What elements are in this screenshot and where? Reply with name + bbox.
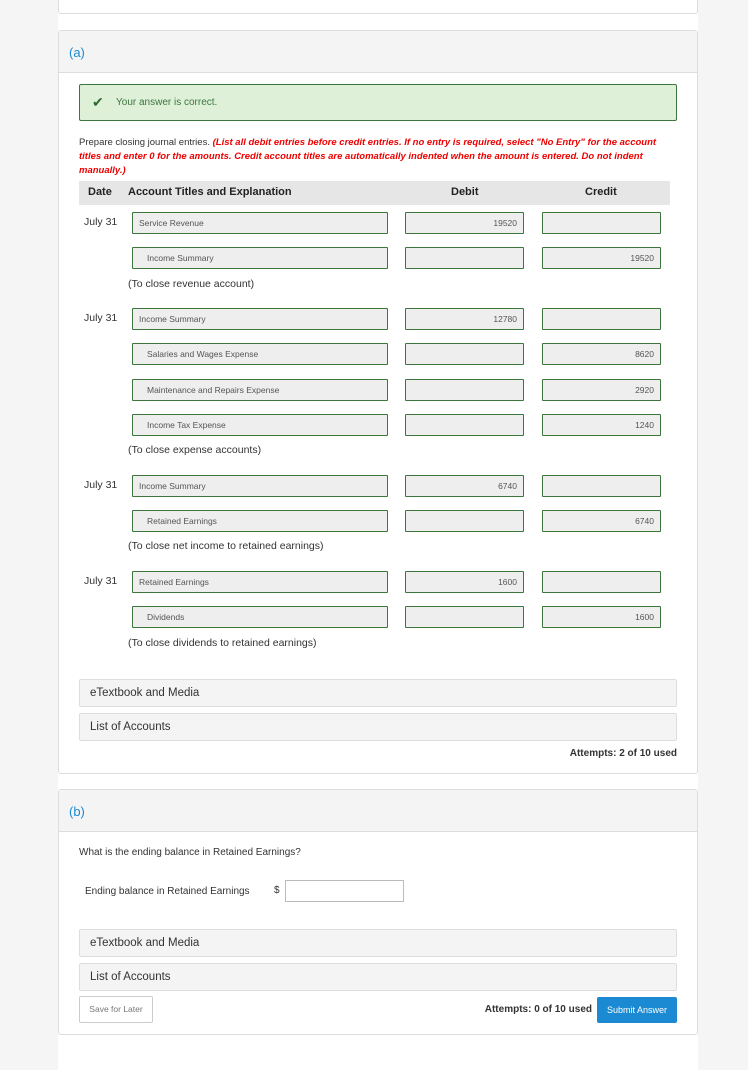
credit-field[interactable]: 6740 xyxy=(542,510,661,533)
entry-explanation: (To close revenue account) xyxy=(128,277,255,290)
credit-field[interactable]: 2920 xyxy=(542,378,661,401)
etextbook-media-toggle[interactable]: eTextbook and Media xyxy=(79,929,677,957)
credit-field[interactable]: 1600 xyxy=(542,606,661,629)
account-title-field[interactable]: Retained Earnings xyxy=(132,510,388,533)
currency-symbol: $ xyxy=(274,885,280,896)
journal-line: Income Tax Expense 1240 xyxy=(79,414,679,436)
entry-explanation: (To close expense accounts) xyxy=(128,444,262,457)
journal-table-header: Date Account Titles and Explanation Debi… xyxy=(79,181,670,205)
account-title-field[interactable]: Retained Earnings xyxy=(132,570,388,593)
credit-field[interactable]: 1240 xyxy=(542,414,661,436)
journal-line: July 31 Service Revenue 19520 xyxy=(79,212,679,234)
part-b-label: (b) xyxy=(69,804,85,819)
entry-date: July 31 xyxy=(84,312,118,325)
entry-date: July 31 xyxy=(84,478,118,491)
journal-line: July 31 Retained Earnings 1600 xyxy=(79,570,679,593)
part-a-header: (a) xyxy=(59,31,697,73)
part-b-header: (b) xyxy=(59,790,697,832)
attempts-counter: Attempts: 2 of 10 used xyxy=(569,748,677,759)
previous-content-card xyxy=(58,0,698,14)
question-text: What is the ending balance in Retained E… xyxy=(79,847,301,858)
list-of-accounts-toggle[interactable]: List of Accounts xyxy=(79,963,677,991)
entry-explanation: (To close dividends to retained earnings… xyxy=(128,636,317,649)
entry-explanation: (To close net income to retained earning… xyxy=(128,540,324,553)
account-title-field[interactable]: Income Summary xyxy=(132,474,388,497)
debit-field[interactable] xyxy=(405,414,524,436)
debit-field[interactable] xyxy=(405,510,524,533)
header-date: Date xyxy=(88,186,112,198)
part-a-panel: (a) ✔ Your answer is correct. Prepare cl… xyxy=(58,30,698,774)
header-debit: Debit xyxy=(451,186,479,198)
journal-line: Dividends 1600 xyxy=(79,606,679,629)
instructions: Prepare closing journal entries. (List a… xyxy=(79,136,679,178)
debit-field[interactable]: 1600 xyxy=(405,570,524,593)
account-title-field[interactable]: Income Summary xyxy=(132,308,388,331)
instructions-lead: Prepare closing journal entries. xyxy=(79,137,210,148)
correct-message: Your answer is correct. xyxy=(116,97,218,108)
debit-field[interactable] xyxy=(405,343,524,366)
credit-field[interactable] xyxy=(542,308,661,331)
credit-field[interactable]: 19520 xyxy=(542,247,661,270)
journal-line: Income Summary 19520 xyxy=(79,247,679,270)
journal-line: July 31 Income Summary 12780 xyxy=(79,308,679,331)
account-title-field[interactable]: Income Tax Expense xyxy=(132,414,388,436)
entry-date: July 31 xyxy=(84,574,118,587)
account-title-field[interactable]: Service Revenue xyxy=(132,212,388,234)
check-icon: ✔ xyxy=(92,94,104,110)
credit-field[interactable] xyxy=(542,570,661,593)
submit-answer-button[interactable]: Submit Answer xyxy=(597,997,677,1023)
account-title-field[interactable]: Income Summary xyxy=(132,247,388,270)
header-account: Account Titles and Explanation xyxy=(128,186,292,198)
debit-field[interactable]: 12780 xyxy=(405,308,524,331)
debit-field[interactable] xyxy=(405,606,524,629)
etextbook-media-toggle[interactable]: eTextbook and Media xyxy=(79,679,677,707)
attempts-counter: Attempts: 0 of 10 used xyxy=(484,1004,592,1015)
part-b-panel: (b) What is the ending balance in Retain… xyxy=(58,789,698,1035)
part-a-label: (a) xyxy=(69,45,85,60)
debit-field[interactable] xyxy=(405,378,524,401)
correct-answer-alert: ✔ Your answer is correct. xyxy=(79,84,677,121)
journal-line: Retained Earnings 6740 xyxy=(79,510,679,533)
journal-line: Salaries and Wages Expense 8620 xyxy=(79,343,679,366)
header-credit: Credit xyxy=(585,186,617,198)
list-of-accounts-toggle[interactable]: List of Accounts xyxy=(79,713,677,741)
credit-field[interactable] xyxy=(542,474,661,497)
credit-field[interactable]: 8620 xyxy=(542,343,661,366)
ending-balance-input[interactable] xyxy=(285,880,404,902)
debit-field[interactable] xyxy=(405,247,524,270)
credit-field[interactable] xyxy=(542,212,661,234)
debit-field[interactable]: 19520 xyxy=(405,212,524,234)
debit-field[interactable]: 6740 xyxy=(405,474,524,497)
journal-line: Maintenance and Repairs Expense 2920 xyxy=(79,378,679,401)
account-title-field[interactable]: Salaries and Wages Expense xyxy=(132,343,388,366)
account-title-field[interactable]: Dividends xyxy=(132,606,388,629)
account-title-field[interactable]: Maintenance and Repairs Expense xyxy=(132,378,388,401)
save-for-later-button[interactable]: Save for Later xyxy=(79,996,153,1023)
entry-date: July 31 xyxy=(84,216,118,228)
journal-line: July 31 Income Summary 6740 xyxy=(79,474,679,497)
ending-balance-label: Ending balance in Retained Earnings xyxy=(85,886,250,897)
